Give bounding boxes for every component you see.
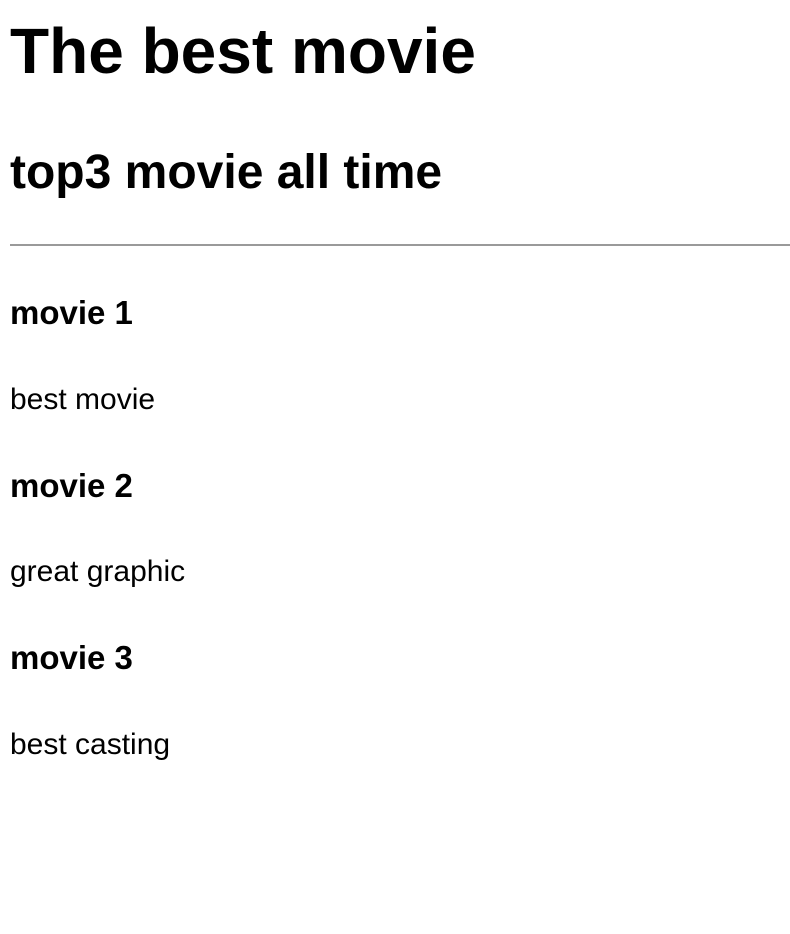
horizontal-rule (10, 244, 790, 246)
movie-title: movie 3 (10, 639, 133, 676)
movie-title: movie 2 (10, 467, 133, 504)
movie-description: best movie (10, 383, 156, 416)
page-title: The best movie (10, 15, 476, 87)
movie-description: great graphic (10, 555, 186, 588)
movie-title: movie 1 (10, 294, 133, 331)
movie-description: best casting (10, 728, 171, 761)
page-subtitle: top3 movie all time (10, 146, 443, 199)
